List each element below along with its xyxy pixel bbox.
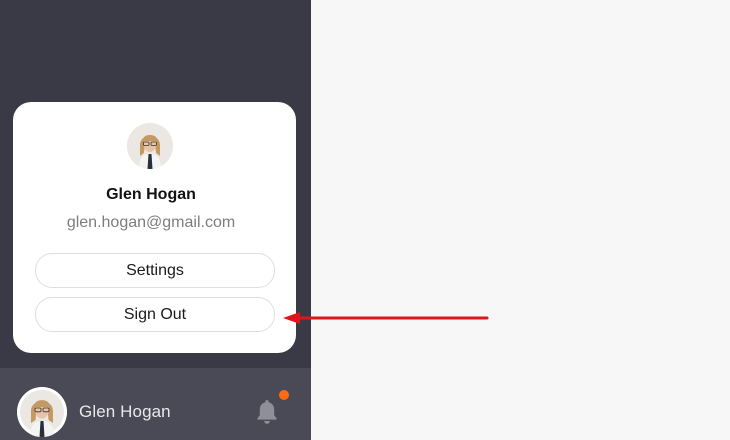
notification-badge [279, 390, 289, 400]
footer-user-name[interactable]: Glen Hogan [79, 402, 171, 422]
sidebar-footer: Glen Hogan [0, 368, 311, 440]
profile-menu-card: Glen Hogan glen.hogan@gmail.com Settings… [13, 102, 296, 353]
sidebar: Glen Hogan glen.hogan@gmail.com Settings… [0, 0, 311, 440]
sign-out-button[interactable]: Sign Out [35, 297, 275, 332]
profile-name: Glen Hogan [106, 186, 196, 203]
avatar [127, 123, 173, 169]
user-avatar-image [127, 123, 173, 169]
bell-icon[interactable] [255, 398, 279, 426]
profile-email: glen.hogan@gmail.com [66, 214, 236, 231]
settings-button[interactable]: Settings [35, 253, 275, 288]
footer-avatar[interactable] [17, 387, 67, 437]
annotation-arrow-icon [283, 312, 489, 324]
app-window: Glen Hogan glen.hogan@gmail.com Settings… [0, 0, 730, 440]
user-avatar-image [17, 387, 67, 437]
